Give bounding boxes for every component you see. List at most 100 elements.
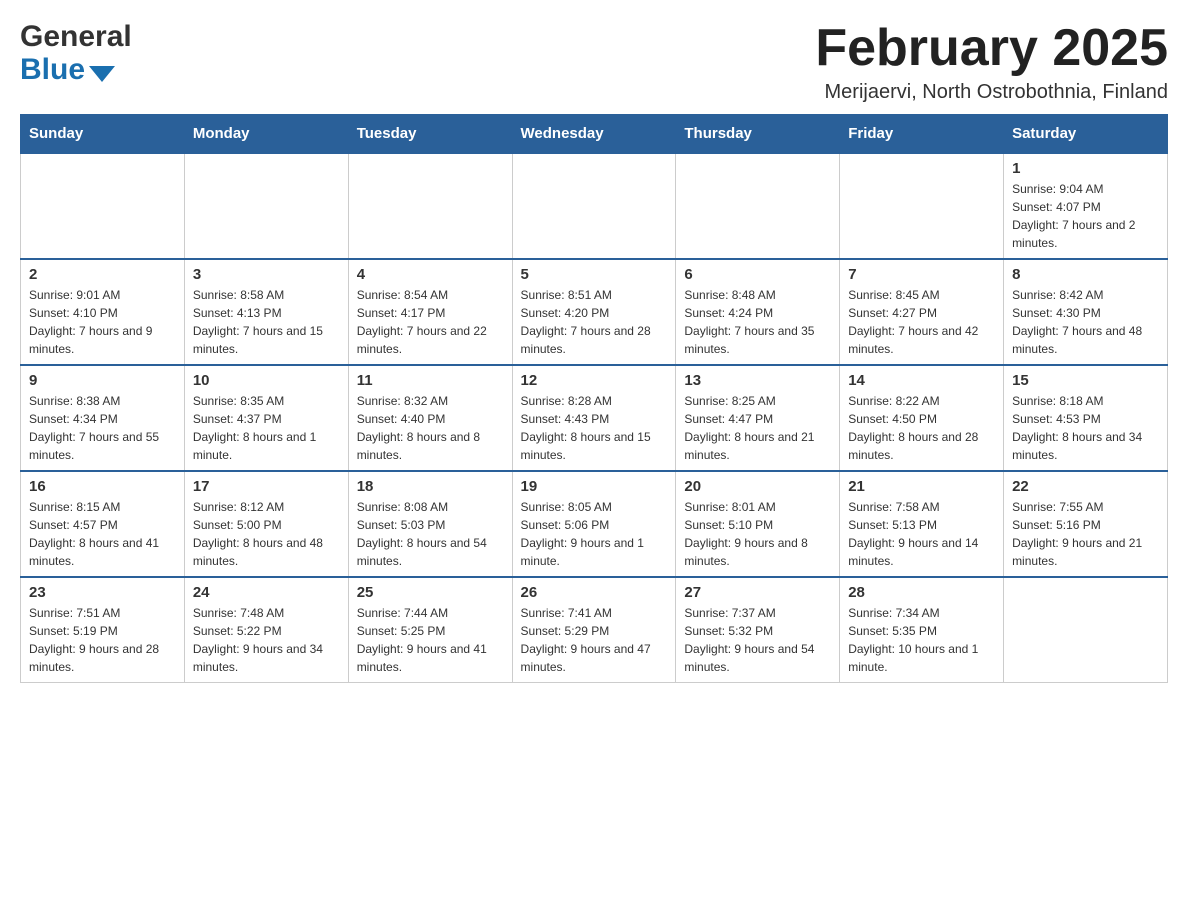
calendar-header-wednesday: Wednesday — [512, 115, 676, 154]
calendar-cell: 2 Sunrise: 9:01 AMSunset: 4:10 PMDaylight… — [21, 259, 185, 365]
logo-arrow-icon — [89, 66, 115, 82]
day-number: 27 — [684, 584, 831, 601]
day-number: 22 — [1012, 478, 1159, 495]
day-info: Sunrise: 8:45 AMSunset: 4:27 PMDaylight:… — [848, 286, 995, 358]
day-number: 13 — [684, 372, 831, 389]
day-number: 12 — [521, 372, 668, 389]
day-info: Sunrise: 7:51 AMSunset: 5:19 PMDaylight:… — [29, 604, 176, 676]
day-number: 5 — [521, 266, 668, 283]
calendar-cell: 14Sunrise: 8:22 AMSunset: 4:50 PMDayligh… — [840, 365, 1004, 471]
day-number: 6 — [684, 266, 831, 283]
calendar-cell: 25 Sunrise: 7:44 AMSunset: 5:25 PMDayligh… — [348, 577, 512, 683]
day-number: 19 — [521, 478, 668, 495]
day-number: 20 — [684, 478, 831, 495]
calendar-cell: 18 Sunrise: 8:08 AMSunset: 5:03 PMDayligh… — [348, 471, 512, 577]
calendar-cell — [1004, 577, 1168, 683]
calendar-cell: 21Sunrise: 7:58 AMSunset: 5:13 PMDayligh… — [840, 471, 1004, 577]
calendar-header-friday: Friday — [840, 115, 1004, 154]
calendar-cell: 27 Sunrise: 7:37 AMSunset: 5:32 PMDayligh… — [676, 577, 840, 683]
day-info: Sunrise: 7:37 AMSunset: 5:32 PMDaylight:… — [684, 604, 831, 676]
day-number: 3 — [193, 266, 340, 283]
location-title: Merijaervi, North Ostrobothnia, Finland — [815, 81, 1168, 104]
calendar-cell: 1 Sunrise: 9:04 AMSunset: 4:07 PMDaylight… — [1004, 153, 1168, 259]
day-number: 26 — [521, 584, 668, 601]
calendar-cell: 10Sunrise: 8:35 AMSunset: 4:37 PMDayligh… — [184, 365, 348, 471]
day-number: 16 — [29, 478, 176, 495]
day-info: Sunrise: 8:42 AMSunset: 4:30 PMDaylight:… — [1012, 286, 1159, 358]
day-info: Sunrise: 8:25 AMSunset: 4:47 PMDaylight:… — [684, 392, 831, 464]
calendar-header-sunday: Sunday — [21, 115, 185, 154]
calendar-cell: 8 Sunrise: 8:42 AMSunset: 4:30 PMDaylight… — [1004, 259, 1168, 365]
calendar-cell: 12Sunrise: 8:28 AMSunset: 4:43 PMDayligh… — [512, 365, 676, 471]
day-number: 11 — [357, 372, 504, 389]
page-header: General Blue February 2025 Merijaervi, N… — [20, 20, 1168, 104]
day-info: Sunrise: 8:48 AMSunset: 4:24 PMDaylight:… — [684, 286, 831, 358]
week-row-2: 2 Sunrise: 9:01 AMSunset: 4:10 PMDaylight… — [21, 259, 1168, 365]
day-info: Sunrise: 7:44 AMSunset: 5:25 PMDaylight:… — [357, 604, 504, 676]
calendar-header-thursday: Thursday — [676, 115, 840, 154]
day-info: Sunrise: 8:32 AMSunset: 4:40 PMDaylight:… — [357, 392, 504, 464]
calendar-cell: 26 Sunrise: 7:41 AMSunset: 5:29 PMDayligh… — [512, 577, 676, 683]
calendar-cell: 23 Sunrise: 7:51 AMSunset: 5:19 PMDayligh… — [21, 577, 185, 683]
day-info: Sunrise: 8:18 AMSunset: 4:53 PMDaylight:… — [1012, 392, 1159, 464]
calendar-cell: 22 Sunrise: 7:55 AMSunset: 5:16 PMDayligh… — [1004, 471, 1168, 577]
calendar-cell: 9Sunrise: 8:38 AMSunset: 4:34 PMDaylight… — [21, 365, 185, 471]
week-row-3: 9Sunrise: 8:38 AMSunset: 4:34 PMDaylight… — [21, 365, 1168, 471]
calendar-header-tuesday: Tuesday — [348, 115, 512, 154]
calendar-cell: 17Sunrise: 8:12 AMSunset: 5:00 PMDayligh… — [184, 471, 348, 577]
calendar-cell: 15 Sunrise: 8:18 AMSunset: 4:53 PMDayligh… — [1004, 365, 1168, 471]
day-number: 14 — [848, 372, 995, 389]
day-number: 2 — [29, 266, 176, 283]
day-info: Sunrise: 7:41 AMSunset: 5:29 PMDaylight:… — [521, 604, 668, 676]
day-info: Sunrise: 9:04 AMSunset: 4:07 PMDaylight:… — [1012, 180, 1159, 252]
calendar-cell — [840, 153, 1004, 259]
calendar-cell: 7 Sunrise: 8:45 AMSunset: 4:27 PMDaylight… — [840, 259, 1004, 365]
day-info: Sunrise: 8:05 AMSunset: 5:06 PMDaylight:… — [521, 498, 668, 570]
calendar-cell: 6 Sunrise: 8:48 AMSunset: 4:24 PMDaylight… — [676, 259, 840, 365]
day-number: 28 — [848, 584, 995, 601]
day-number: 15 — [1012, 372, 1159, 389]
day-info: Sunrise: 7:58 AMSunset: 5:13 PMDaylight:… — [848, 498, 995, 570]
calendar-cell: 24 Sunrise: 7:48 AMSunset: 5:22 PMDayligh… — [184, 577, 348, 683]
day-number: 1 — [1012, 160, 1159, 177]
day-number: 10 — [193, 372, 340, 389]
day-info: Sunrise: 7:48 AMSunset: 5:22 PMDaylight:… — [193, 604, 340, 676]
day-info: Sunrise: 8:12 AMSunset: 5:00 PMDaylight:… — [193, 498, 340, 570]
day-number: 23 — [29, 584, 176, 601]
logo: General Blue — [20, 20, 132, 86]
calendar-cell: 20 Sunrise: 8:01 AMSunset: 5:10 PMDayligh… — [676, 471, 840, 577]
calendar-header-monday: Monday — [184, 115, 348, 154]
day-number: 25 — [357, 584, 504, 601]
calendar-cell — [676, 153, 840, 259]
day-info: Sunrise: 8:51 AMSunset: 4:20 PMDaylight:… — [521, 286, 668, 358]
day-info: Sunrise: 9:01 AMSunset: 4:10 PMDaylight:… — [29, 286, 176, 358]
day-number: 24 — [193, 584, 340, 601]
week-row-1: 1 Sunrise: 9:04 AMSunset: 4:07 PMDaylight… — [21, 153, 1168, 259]
day-number: 7 — [848, 266, 995, 283]
day-info: Sunrise: 8:01 AMSunset: 5:10 PMDaylight:… — [684, 498, 831, 570]
calendar-header-row: SundayMondayTuesdayWednesdayThursdayFrid… — [21, 115, 1168, 154]
calendar-cell: 11 Sunrise: 8:32 AMSunset: 4:40 PMDayligh… — [348, 365, 512, 471]
day-info: Sunrise: 8:54 AMSunset: 4:17 PMDaylight:… — [357, 286, 504, 358]
calendar-cell: 5 Sunrise: 8:51 AMSunset: 4:20 PMDaylight… — [512, 259, 676, 365]
day-number: 8 — [1012, 266, 1159, 283]
calendar-cell: 4 Sunrise: 8:54 AMSunset: 4:17 PMDaylight… — [348, 259, 512, 365]
calendar-cell — [21, 153, 185, 259]
week-row-5: 23 Sunrise: 7:51 AMSunset: 5:19 PMDayligh… — [21, 577, 1168, 683]
day-number: 4 — [357, 266, 504, 283]
calendar-cell: 3 Sunrise: 8:58 AMSunset: 4:13 PMDaylight… — [184, 259, 348, 365]
calendar-header-saturday: Saturday — [1004, 115, 1168, 154]
logo-blue-text: Blue — [20, 53, 85, 86]
calendar-cell: 16Sunrise: 8:15 AMSunset: 4:57 PMDayligh… — [21, 471, 185, 577]
calendar-cell — [512, 153, 676, 259]
day-number: 18 — [357, 478, 504, 495]
day-info: Sunrise: 8:58 AMSunset: 4:13 PMDaylight:… — [193, 286, 340, 358]
title-block: February 2025 Merijaervi, North Ostrobot… — [815, 20, 1168, 104]
day-info: Sunrise: 7:34 AMSunset: 5:35 PMDaylight:… — [848, 604, 995, 676]
day-info: Sunrise: 8:38 AMSunset: 4:34 PMDaylight:… — [29, 392, 176, 464]
calendar-table: SundayMondayTuesdayWednesdayThursdayFrid… — [20, 114, 1168, 683]
calendar-cell — [184, 153, 348, 259]
day-info: Sunrise: 7:55 AMSunset: 5:16 PMDaylight:… — [1012, 498, 1159, 570]
day-info: Sunrise: 8:08 AMSunset: 5:03 PMDaylight:… — [357, 498, 504, 570]
calendar-cell — [348, 153, 512, 259]
